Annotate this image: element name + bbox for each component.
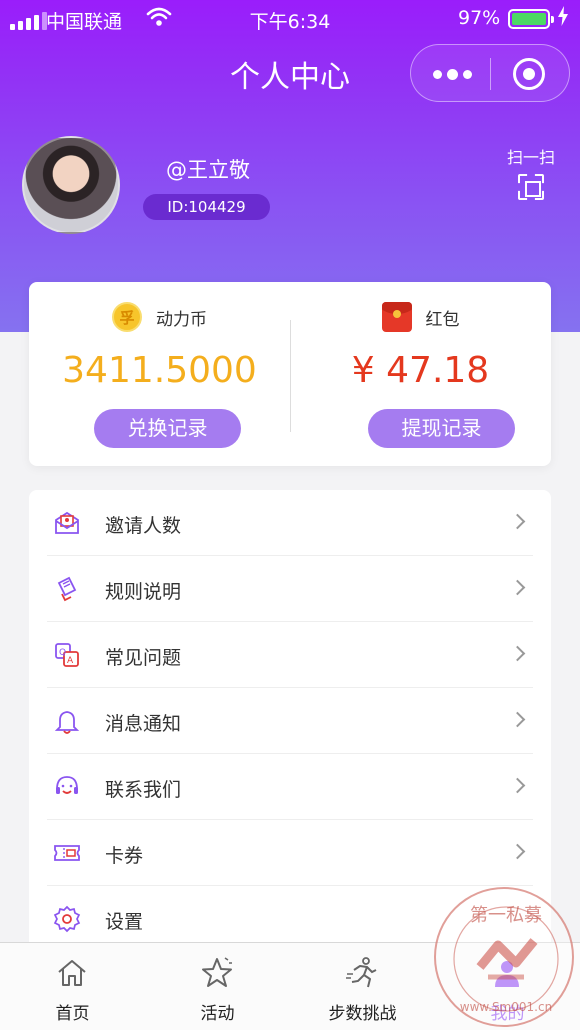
- home-icon: [58, 960, 86, 986]
- menu-item-contact[interactable]: 联系我们: [47, 754, 533, 820]
- watermark-title: 第一私募: [470, 905, 542, 926]
- coupon-icon: [53, 839, 81, 867]
- coin-icon: 孚: [112, 302, 142, 332]
- gear-icon: [53, 905, 81, 933]
- star-icon: [202, 957, 232, 987]
- avatar[interactable]: [22, 136, 120, 234]
- miniprogram-capsule: [410, 44, 570, 102]
- scan-label: 扫一扫: [506, 148, 555, 167]
- chevron-right-icon: [509, 711, 526, 728]
- chevron-right-icon: [509, 579, 526, 596]
- withdraw-record-button[interactable]: 提现记录: [368, 409, 515, 448]
- tab-activity[interactable]: 活动: [145, 943, 290, 1030]
- menu-item-faq[interactable]: QA 常见问题: [47, 622, 533, 688]
- tab-label: 首页: [55, 1004, 90, 1024]
- headset-icon: [53, 773, 81, 801]
- menu-item-label: 邀请人数: [105, 515, 182, 537]
- coin-balance-section: 孚 动力币 3411.5000 兑换记录: [29, 282, 290, 466]
- menu-item-label: 联系我们: [105, 779, 182, 801]
- battery-icon: [508, 9, 554, 29]
- tab-step-challenge[interactable]: 步数挑战: [290, 943, 435, 1030]
- menu-item-label: 规则说明: [105, 581, 182, 603]
- tab-label: 活动: [200, 1004, 235, 1024]
- svg-text:A: A: [67, 656, 74, 666]
- user-id-badge: ID:104429: [143, 194, 270, 220]
- svg-text:Q: Q: [59, 648, 66, 658]
- scan-button[interactable]: 扫一扫: [500, 144, 562, 200]
- running-icon: [346, 957, 377, 988]
- red-packet-section: 红包 ¥ 47.18 提现记录: [290, 282, 551, 466]
- tab-home[interactable]: 首页: [0, 943, 145, 1030]
- capsule-divider: [490, 58, 491, 90]
- coin-label: 动力币: [156, 309, 207, 330]
- menu-item-coupons[interactable]: 卡券: [47, 820, 533, 886]
- coin-amount: 3411.5000: [62, 350, 257, 391]
- username: @王立敬: [166, 158, 250, 182]
- battery-percentage: 97%: [458, 7, 501, 29]
- menu-item-invite[interactable]: 邀请人数: [47, 490, 533, 556]
- chevron-right-icon: [509, 645, 526, 662]
- wallet-card: 孚 动力币 3411.5000 兑换记录 红包 ¥ 47.18 提现记录: [29, 282, 551, 466]
- chevron-right-icon: [509, 513, 526, 530]
- watermark-logo: 第一私募 www.Sm001.cn: [434, 887, 574, 1027]
- more-options-icon[interactable]: [433, 67, 473, 81]
- watermark-url: www.Sm001.cn: [460, 1000, 552, 1014]
- charging-bolt-icon: [558, 6, 568, 31]
- exchange-record-button[interactable]: 兑换记录: [94, 409, 241, 448]
- rules-scroll-icon: [53, 575, 81, 603]
- red-packet-icon: [381, 302, 412, 332]
- invite-envelope-icon: [53, 509, 81, 537]
- red-packet-label: 红包: [425, 309, 460, 330]
- menu-item-label: 消息通知: [105, 713, 182, 735]
- faq-translate-icon: QA: [53, 641, 81, 669]
- bell-icon: [53, 707, 81, 735]
- red-packet-amount: ¥ 47.18: [351, 350, 490, 391]
- chevron-right-icon: [509, 843, 526, 860]
- status-bar: 中国联通 下午6:34 97%: [0, 0, 580, 38]
- qr-scan-icon: [518, 174, 544, 200]
- tab-label: 步数挑战: [328, 1004, 397, 1024]
- menu-item-rules[interactable]: 规则说明: [47, 556, 533, 622]
- menu-item-notifications[interactable]: 消息通知: [47, 688, 533, 754]
- menu-item-label: 设置: [105, 911, 144, 933]
- menu-item-label: 常见问题: [105, 647, 182, 669]
- close-miniprogram-icon[interactable]: [513, 58, 545, 90]
- chevron-right-icon: [509, 777, 526, 794]
- menu-item-label: 卡券: [105, 845, 144, 867]
